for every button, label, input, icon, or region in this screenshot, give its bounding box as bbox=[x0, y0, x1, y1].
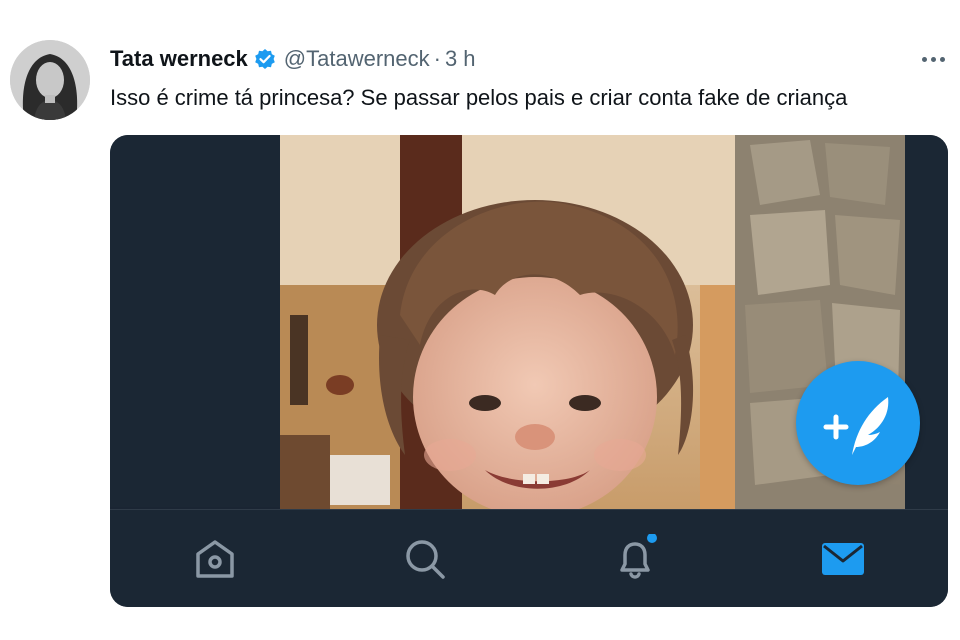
compose-tweet-icon[interactable] bbox=[796, 361, 920, 485]
mail-icon[interactable] bbox=[818, 534, 868, 584]
tweet-media[interactable] bbox=[110, 135, 948, 607]
notification-dot bbox=[647, 533, 657, 543]
display-name[interactable]: Tata werneck bbox=[110, 46, 248, 72]
search-icon[interactable] bbox=[400, 534, 450, 584]
user-handle[interactable]: @Tatawerneck bbox=[284, 46, 430, 72]
tweet: Tata werneck @Tatawerneck · 3 h Isso é c… bbox=[0, 0, 960, 640]
separator: · bbox=[433, 46, 441, 71]
home-icon[interactable] bbox=[190, 534, 240, 584]
tweet-text: Isso é crime tá princesa? Se passar pelo… bbox=[110, 85, 848, 110]
timestamp[interactable]: 3 h bbox=[445, 46, 476, 72]
more-options-icon[interactable] bbox=[915, 44, 951, 74]
avatar[interactable] bbox=[10, 40, 90, 120]
bell-icon[interactable] bbox=[610, 533, 660, 584]
app-left-panel bbox=[110, 135, 280, 507]
bottom-nav-bar bbox=[110, 509, 948, 607]
tweet-header: Tata werneck @Tatawerneck · 3 h bbox=[110, 44, 476, 74]
verified-badge-icon bbox=[254, 48, 276, 70]
